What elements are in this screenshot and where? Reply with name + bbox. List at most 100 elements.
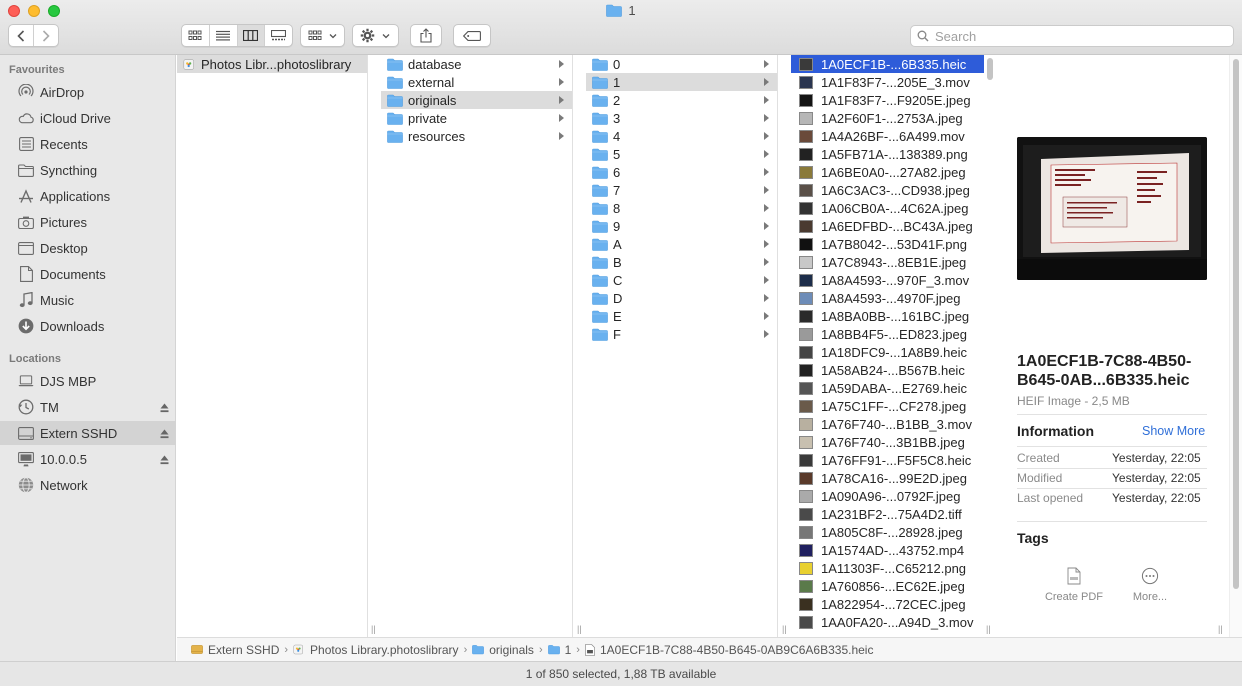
file-column-scrollbar[interactable] [987, 58, 993, 80]
sidebar-item-icloud-drive[interactable]: iCloud Drive [0, 106, 176, 130]
sidebar-item-pictures[interactable]: Pictures [0, 210, 176, 234]
file-item[interactable]: 1A760856-...EC62E.jpeg [791, 577, 984, 595]
column-resize-handle[interactable]: || [371, 624, 376, 634]
search-input[interactable] [935, 28, 1215, 44]
folder-item[interactable]: 8 [586, 199, 777, 217]
file-item[interactable]: 1A6EDFBD-...BC43A.jpeg [791, 217, 984, 235]
show-more-link[interactable]: Show More [1142, 424, 1205, 438]
action-button[interactable] [352, 24, 399, 47]
column-view-button[interactable] [236, 25, 265, 46]
list-view-button[interactable] [208, 25, 237, 46]
share-button[interactable] [410, 24, 442, 47]
more-actions-button[interactable]: More... [1110, 567, 1190, 603]
sidebar-item-documents[interactable]: Documents [0, 262, 176, 286]
folder-item[interactable]: D [586, 289, 777, 307]
search-field[interactable] [910, 25, 1234, 47]
folder-item[interactable]: 2 [586, 91, 777, 109]
gallery-view-button[interactable] [264, 25, 292, 46]
eject-icon[interactable] [160, 427, 169, 439]
folder-item[interactable]: 0 [586, 55, 777, 73]
file-item[interactable]: 1A76F740-...B1BB_3.mov [791, 415, 984, 433]
sidebar-item-applications[interactable]: Applications [0, 184, 176, 208]
sidebar-item-music[interactable]: Music [0, 288, 176, 312]
path-segment[interactable]: 1 [547, 643, 571, 657]
folder-item[interactable]: 1 [586, 73, 777, 91]
file-item[interactable]: 1AA0FA20-...A94D_3.mov [791, 613, 984, 631]
file-item[interactable]: 1A7B8042-...53D41F.png [791, 235, 984, 253]
sidebar-item-10-0-0-5[interactable]: 10.0.0.5 [0, 447, 176, 471]
folder-item[interactable]: 7 [586, 181, 777, 199]
folder-item[interactable]: 9 [586, 217, 777, 235]
sidebar-item-network[interactable]: Network [0, 473, 176, 497]
path-segment[interactable]: Photos Library.photoslibrary [293, 643, 459, 657]
folder-item[interactable]: E [586, 307, 777, 325]
file-item[interactable]: 1A0ECF1B-...6B335.heic [791, 55, 984, 73]
folder-item[interactable]: private [381, 109, 572, 127]
sidebar-item-syncthing[interactable]: Syncthing [0, 158, 176, 182]
folder-item[interactable]: C [586, 271, 777, 289]
file-item[interactable]: 1A6C3AC3-...CD938.jpeg [791, 181, 984, 199]
path-segment[interactable]: originals [472, 643, 534, 657]
scrollbar-knob[interactable] [1233, 59, 1239, 589]
list-item[interactable]: Photos Libr...photoslibrary [177, 55, 367, 73]
file-item[interactable]: 1A11303F-...C65212.png [791, 559, 984, 577]
icon-view-button[interactable] [182, 25, 209, 46]
file-item[interactable]: 1A2F60F1-...2753A.jpeg [791, 109, 984, 127]
file-item[interactable]: 1A18DFC9-...1A8B9.heic [791, 343, 984, 361]
folder-item[interactable]: F [586, 325, 777, 343]
folder-item[interactable]: 4 [586, 127, 777, 145]
path-segment[interactable]: 1A0ECF1B-7C88-4B50-B645-0AB9C6A6B335.hei… [585, 643, 873, 657]
folder-item[interactable]: A [586, 235, 777, 253]
path-segment[interactable]: Extern SSHD [191, 643, 279, 657]
column-resize-handle[interactable]: || [986, 624, 991, 634]
create-pdf-button[interactable]: Create PDF [1034, 567, 1114, 603]
file-item[interactable]: 1A78CA16-...99E2D.jpeg [791, 469, 984, 487]
folder-item[interactable]: 6 [586, 163, 777, 181]
file-item[interactable]: 1A59DABA-...E2769.heic [791, 379, 984, 397]
folder-item[interactable]: 3 [586, 109, 777, 127]
file-item[interactable]: 1A090A96-...0792F.jpeg [791, 487, 984, 505]
file-item[interactable]: 1A231BF2-...75A4D2.tiff [791, 505, 984, 523]
sidebar-item-recents[interactable]: Recents [0, 132, 176, 156]
file-item[interactable]: 1A8A4593-...970F_3.mov [791, 271, 984, 289]
eject-icon[interactable] [160, 401, 169, 413]
file-item[interactable]: 1A6BE0A0-...27A82.jpeg [791, 163, 984, 181]
tags-button[interactable] [453, 24, 491, 47]
window-scrollbar[interactable] [1229, 55, 1242, 637]
file-item[interactable]: 1A8BB4F5-...ED823.jpeg [791, 325, 984, 343]
sidebar-item-tm[interactable]: TM [0, 395, 176, 419]
folder-item[interactable]: resources [381, 127, 572, 145]
sidebar-item-djs-mbp[interactable]: DJS MBP [0, 369, 176, 393]
file-item[interactable]: 1A822954-...72CEC.jpeg [791, 595, 984, 613]
file-item[interactable]: 1A1574AD-...43752.mp4 [791, 541, 984, 559]
forward-button[interactable] [33, 25, 58, 46]
eject-icon[interactable] [160, 453, 169, 465]
sidebar-item-extern-sshd[interactable]: Extern SSHD [0, 421, 176, 445]
folder-item[interactable]: originals [381, 91, 572, 109]
group-by-button[interactable] [300, 24, 345, 47]
file-item[interactable]: 1A8BA0BB-...161BC.jpeg [791, 307, 984, 325]
file-item[interactable]: 1A805C8F-...28928.jpeg [791, 523, 984, 541]
file-item[interactable]: 1A76FF91-...F5F5C8.heic [791, 451, 984, 469]
file-item[interactable]: 1A4A26BF-...6A499.mov [791, 127, 984, 145]
folder-item[interactable]: database [381, 55, 572, 73]
column-resize-handle[interactable]: || [1218, 624, 1223, 634]
sidebar-item-desktop[interactable]: Desktop [0, 236, 176, 260]
folder-item[interactable]: external [381, 73, 572, 91]
file-item[interactable]: 1A75C1FF-...CF278.jpeg [791, 397, 984, 415]
sidebar-item-airdrop[interactable]: AirDrop [0, 80, 176, 104]
column-resize-handle[interactable]: || [577, 624, 582, 634]
file-item[interactable]: 1A8A4593-...4970F.jpeg [791, 289, 984, 307]
file-item[interactable]: 1A7C8943-...8EB1E.jpeg [791, 253, 984, 271]
sidebar-item-downloads[interactable]: Downloads [0, 314, 176, 338]
file-item[interactable]: 1A06CB0A-...4C62A.jpeg [791, 199, 984, 217]
folder-item[interactable]: B [586, 253, 777, 271]
file-item[interactable]: 1A5FB71A-...138389.png [791, 145, 984, 163]
file-item[interactable]: 1A1F83F7-...205E_3.mov [791, 73, 984, 91]
file-item[interactable]: 1A1F83F7-...F9205E.jpeg [791, 91, 984, 109]
back-button[interactable] [9, 25, 33, 46]
column-resize-handle[interactable]: || [782, 624, 787, 634]
folder-item[interactable]: 5 [586, 145, 777, 163]
file-item[interactable]: 1A76F740-...3B1BB.jpeg [791, 433, 984, 451]
file-item[interactable]: 1A58AB24-...B567B.heic [791, 361, 984, 379]
